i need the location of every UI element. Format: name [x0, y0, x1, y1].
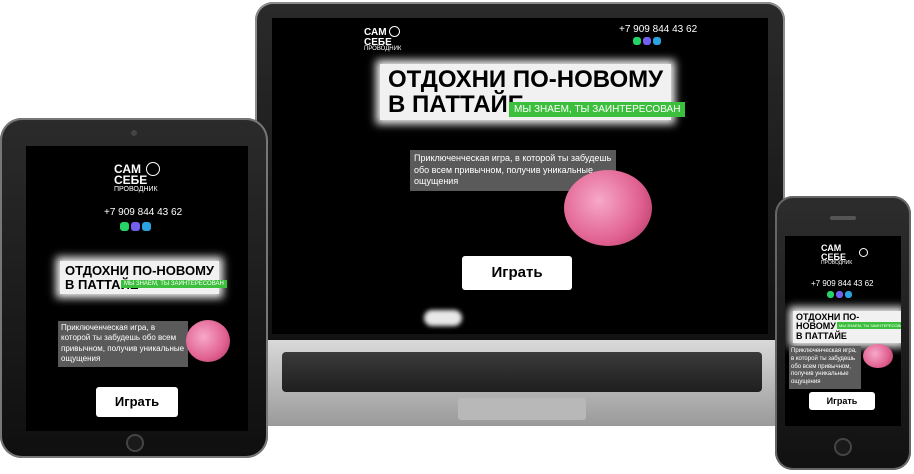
messenger-icons: [120, 222, 151, 231]
logo[interactable]: САМ СЕБЕ ПРОВОДНИК: [821, 244, 852, 266]
logo-line3: ПРОВОДНИК: [821, 260, 853, 267]
brain-illustration: [863, 344, 893, 368]
compass-icon: [859, 248, 868, 257]
telegram-icon[interactable]: [653, 37, 661, 45]
phone-home-button: [834, 438, 852, 456]
compass-icon: [146, 162, 160, 176]
cloud-decoration: [424, 310, 462, 326]
tablet-home-button: [126, 434, 144, 452]
whatsapp-icon[interactable]: [120, 222, 129, 231]
hero-description: Приключенческая игра, в которой ты забуд…: [789, 346, 861, 389]
phone-screen: САМ СЕБЕ ПРОВОДНИК +7 909 844 43 62 ОТДО…: [785, 236, 901, 426]
whatsapp-icon[interactable]: [633, 37, 641, 45]
laptop-keyboard: [282, 352, 762, 392]
logo-line3: ПРОВОДНИК: [364, 46, 402, 52]
hero-badge: МЫ ЗНАЕМ, ТЫ ЗАИНТЕРЕСОВАН: [121, 280, 227, 288]
header-phone[interactable]: +7 909 844 43 62: [104, 207, 182, 218]
messenger-icons: [827, 291, 852, 298]
hero-badge: МЫ ЗНАЕМ, ТЫ ЗАИНТЕРЕСОВАН: [509, 102, 686, 117]
whatsapp-icon[interactable]: [827, 291, 834, 298]
hero-title-line2: В ПАТТАЙЕ: [796, 330, 847, 341]
header-phone[interactable]: +7 909 844 43 62: [811, 279, 874, 288]
logo-line3: ПРОВОДНИК: [114, 185, 158, 193]
messenger-icons: [633, 37, 661, 45]
telegram-icon[interactable]: [142, 222, 151, 231]
viber-icon[interactable]: [131, 222, 140, 231]
tablet-camera: [131, 130, 137, 136]
header-phone[interactable]: +7 909 844 43 62: [619, 24, 697, 35]
tablet-screen: САМ СЕБЕ ПРОВОДНИК +7 909 844 43 62 ОТДО…: [26, 146, 248, 431]
telegram-icon[interactable]: [845, 291, 852, 298]
laptop-screen: САМ СЕБЕ ПРОВОДНИК +7 909 844 43 62 ОТДО…: [272, 18, 768, 334]
brain-illustration: [186, 320, 230, 362]
laptop-trackpad: [458, 398, 586, 420]
viber-icon[interactable]: [643, 37, 651, 45]
hero-title-line1: ОТДОХНИ ПО-НОВОМУ: [388, 66, 664, 93]
play-button[interactable]: Играть: [96, 387, 178, 417]
play-button[interactable]: Играть: [809, 392, 875, 410]
viber-icon[interactable]: [836, 291, 843, 298]
hero-title: ОТДОХНИ ПО-НОВОМУ В ПАТТАЙЕ: [60, 261, 219, 295]
compass-icon: [389, 26, 400, 37]
brain-illustration: [564, 170, 652, 246]
hero-title-line1: ОТДОХНИ ПО-НОВОМУ: [65, 263, 214, 278]
phone-speaker: [830, 216, 856, 220]
hero-description: Приключенческая игра, в которой ты забуд…: [58, 321, 188, 367]
hero-badge: МЫ ЗНАЕМ, ТЫ ЗАИНТЕРЕСОВАН: [837, 322, 901, 329]
play-button[interactable]: Играть: [462, 256, 572, 290]
